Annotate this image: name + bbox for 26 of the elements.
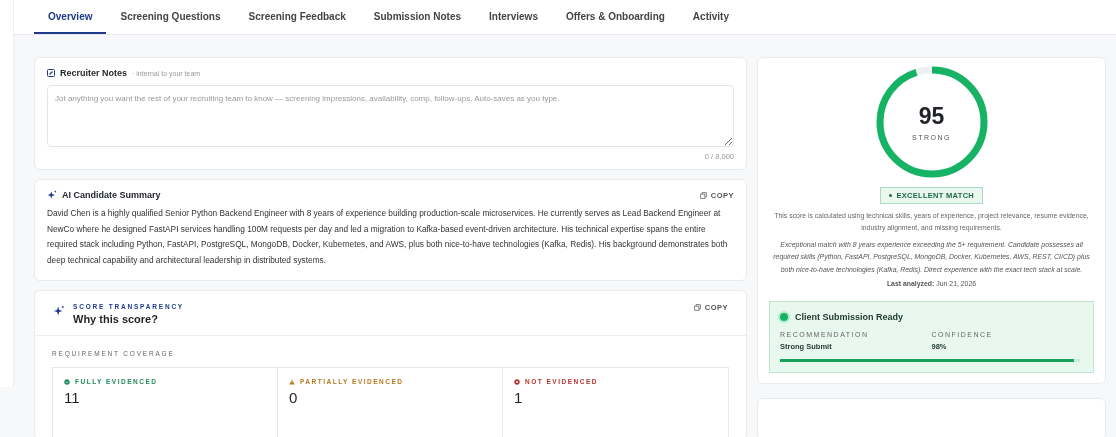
summary-title: AI Candidate Summary [62,190,161,200]
tab[interactable]: Submission Notes [359,0,476,34]
tab[interactable]: Overview [34,0,107,34]
check-circle-icon [64,378,70,385]
submission-title: Client Submission Ready [795,311,904,322]
copy-icon [693,304,701,311]
tab[interactable]: Interviews [475,0,552,34]
summary-text: David Chen is a highly qualified Senior Python Backend Engineer with 8 years of experience building production-scale microservices. He currently serves as Lead Backend Engineer at NewCo where he designed FastAPI services handling 100M requests per day and led a migration to Kafka-based event-driven architecture. His technical expertise spans the entire required stack including Python, FastAPI, PostgreSQL, MongoDB, Docker, Kubernetes, and AWS, plus both nice-to-have technologies (Kafka, Redis). His background demonstrates both deep technical capability and architectural leadership in distributed systems. [47,207,729,267]
sparkle-icon [53,305,65,317]
tab[interactable]: Screening Feedback [234,0,360,34]
coverage-count: 11 [64,389,81,406]
tab[interactable]: Offers & Onboarding [551,0,679,34]
coverage-count: 0 [289,389,299,406]
tab[interactable]: Screening Questions [106,0,235,34]
sparkle-icon [47,190,57,200]
coverage-count: 1 [514,389,524,406]
section-title: Why this score? [73,313,159,325]
notes-field[interactable]: Jot anything you want the rest of your recruiting team to know — screening impressions, availability, comp, follow-ups. Auto-saves as you type. [47,85,734,147]
warning-triangle-icon [289,378,295,385]
x-circle-icon [514,378,520,385]
status-dot-icon [780,312,788,321]
score-value: 95 [918,103,945,130]
tab[interactable]: Activity [678,0,743,34]
notes-title: Recruiter Notes [60,68,128,78]
edit-icon [47,69,55,77]
copy-icon [699,191,707,199]
